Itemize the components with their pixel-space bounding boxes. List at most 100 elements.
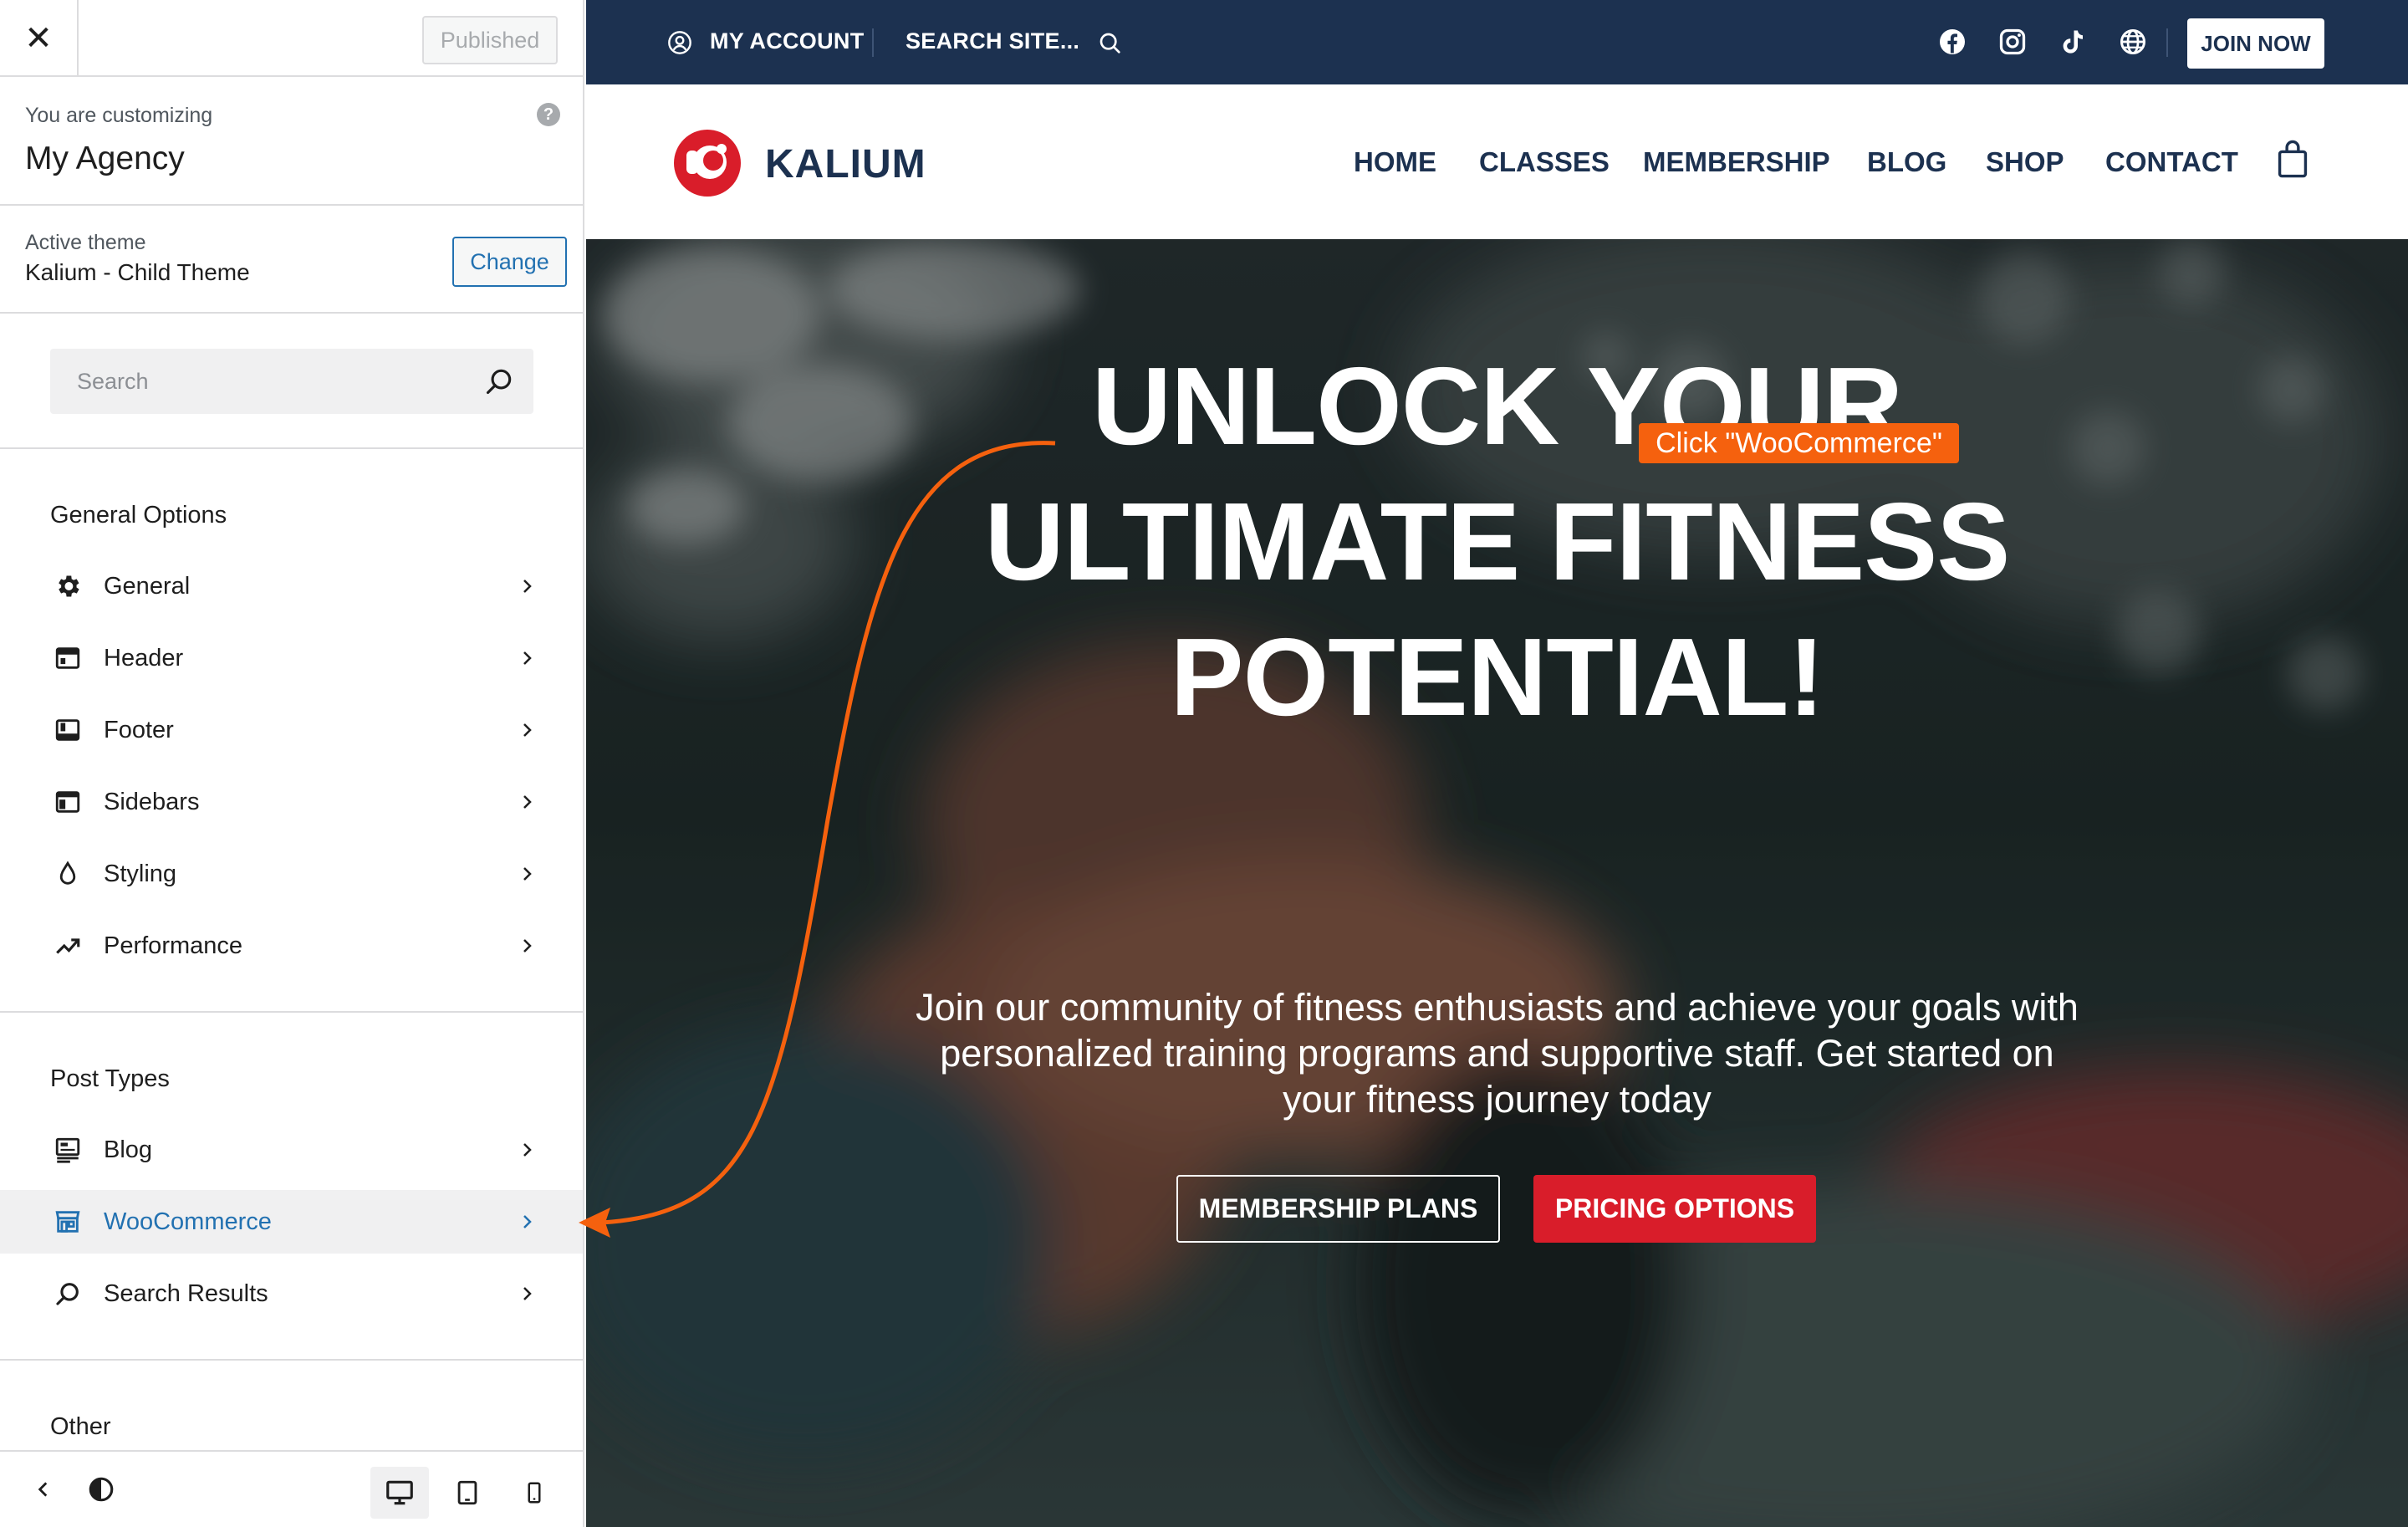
site-title: My Agency bbox=[25, 140, 185, 176]
brand-name[interactable]: KALIUM bbox=[765, 141, 926, 187]
mobile-preview-button[interactable] bbox=[510, 1467, 559, 1519]
hero-subtitle-line-3: your fitness journey today bbox=[1283, 1078, 1712, 1121]
customizer-header: ✕ Published bbox=[0, 0, 583, 77]
search-box bbox=[50, 349, 533, 414]
tablet-icon bbox=[457, 1480, 477, 1505]
kalium-logo-icon[interactable] bbox=[670, 125, 745, 197]
join-now-button[interactable]: JOIN NOW bbox=[2187, 18, 2324, 69]
desktop-icon bbox=[386, 1480, 413, 1505]
contrast-icon bbox=[89, 1477, 114, 1502]
nav-link-classes[interactable]: CLASSES bbox=[1479, 146, 1610, 178]
menu-item-label: General bbox=[104, 573, 191, 600]
chevron-right-icon bbox=[523, 939, 532, 952]
close-customizer-button[interactable]: ✕ bbox=[0, 0, 79, 77]
change-theme-button[interactable]: Change bbox=[452, 237, 567, 287]
globe-icon[interactable] bbox=[2118, 27, 2148, 57]
active-theme-name: Kalium - Child Theme bbox=[25, 259, 250, 285]
menu-item-label: Search Results bbox=[104, 1280, 268, 1307]
help-icon[interactable]: ? bbox=[537, 103, 560, 126]
hero-title-line-1: UNLOCK YOUR bbox=[1091, 345, 1903, 467]
nav-link-blog[interactable]: BLOG bbox=[1867, 146, 1946, 178]
desktop-preview-button[interactable] bbox=[370, 1467, 429, 1519]
customizing-label: You are customizing bbox=[25, 104, 213, 127]
section-title-general-options: General Options bbox=[50, 502, 227, 529]
contrast-toggle-button[interactable] bbox=[80, 1468, 122, 1510]
active-theme-label: Active theme bbox=[25, 231, 146, 254]
menu-item-label: WooCommerce bbox=[104, 1208, 272, 1235]
menu-item-performance[interactable]: Performance bbox=[0, 914, 583, 978]
search-icon[interactable] bbox=[483, 365, 515, 397]
section-title-other: Other bbox=[50, 1413, 111, 1440]
sidebar-layout-icon bbox=[55, 791, 80, 813]
tablet-preview-button[interactable] bbox=[443, 1467, 492, 1519]
section-title-post-types: Post Types bbox=[50, 1065, 170, 1092]
nav-link-contact[interactable]: CONTACT bbox=[2105, 146, 2238, 178]
facebook-icon[interactable] bbox=[1937, 27, 1967, 57]
pricing-options-button[interactable]: PRICING OPTIONS bbox=[1533, 1175, 1816, 1243]
nav-link-shop[interactable]: SHOP bbox=[1986, 146, 2064, 178]
menu-item-label: Footer bbox=[104, 717, 174, 743]
chevron-right-icon bbox=[523, 867, 532, 881]
menu-item-label: Performance bbox=[104, 932, 243, 959]
customizer-footer bbox=[0, 1450, 583, 1527]
customizer-sidebar: ✕ Published You are customizing My Agenc… bbox=[0, 0, 584, 1527]
chevron-right-icon bbox=[523, 795, 532, 809]
tiktok-icon[interactable] bbox=[2058, 27, 2088, 57]
menu-item-footer[interactable]: Footer bbox=[0, 698, 583, 762]
divider bbox=[0, 204, 584, 206]
instagram-icon[interactable] bbox=[1997, 27, 2028, 57]
menu-item-general[interactable]: General bbox=[0, 554, 583, 618]
search-site-link[interactable]: SEARCH SITE... bbox=[906, 28, 1079, 54]
divider bbox=[0, 1011, 584, 1013]
footer-layout-icon bbox=[55, 719, 80, 741]
collapse-sidebar-button[interactable] bbox=[25, 1468, 62, 1510]
menu-item-search-results[interactable]: Search Results bbox=[0, 1262, 583, 1325]
menu-item-woocommerce[interactable]: WooCommerce bbox=[0, 1190, 583, 1254]
search-icon[interactable] bbox=[1096, 29, 1123, 56]
divider bbox=[872, 28, 874, 57]
shopping-bag-icon[interactable] bbox=[2275, 139, 2310, 179]
chevron-right-icon bbox=[523, 1287, 532, 1300]
trend-up-icon bbox=[56, 938, 80, 954]
hero-title-line-3: POTENTIAL! bbox=[1170, 615, 1825, 738]
menu-item-blog[interactable]: Blog bbox=[0, 1118, 583, 1182]
menu-item-label: Header bbox=[104, 645, 184, 672]
annotation-label: Click "WooCommerce" bbox=[1639, 423, 1959, 463]
divider bbox=[0, 1359, 584, 1361]
menu-item-label: Styling bbox=[104, 861, 177, 887]
header-layout-icon bbox=[55, 647, 80, 669]
menu-item-label: Blog bbox=[104, 1136, 153, 1163]
chevron-right-icon bbox=[523, 1215, 532, 1228]
mobile-icon bbox=[528, 1482, 541, 1504]
nav-link-home[interactable]: HOME bbox=[1354, 146, 1436, 178]
menu-item-styling[interactable]: Styling bbox=[0, 842, 583, 906]
divider bbox=[2166, 28, 2168, 57]
published-button[interactable]: Published bbox=[422, 16, 558, 64]
membership-plans-button[interactable]: MEMBERSHIP PLANS bbox=[1176, 1175, 1500, 1243]
menu-item-sidebars[interactable]: Sidebars bbox=[0, 770, 583, 834]
hero-subtitle-line-1: Join our community of fitness enthusiast… bbox=[916, 986, 2079, 1029]
user-circle-icon bbox=[668, 31, 691, 54]
chevron-right-icon bbox=[523, 723, 532, 737]
blog-icon bbox=[55, 1137, 80, 1163]
divider bbox=[0, 447, 584, 449]
my-account-link[interactable]: MY ACCOUNT bbox=[710, 28, 865, 54]
close-icon: ✕ bbox=[24, 20, 53, 57]
top-bar: MY ACCOUNT SEARCH SITE... JOIN NOW bbox=[586, 0, 2408, 84]
nav-link-membership[interactable]: MEMBERSHIP bbox=[1643, 146, 1830, 178]
menu-item-label: Sidebars bbox=[104, 789, 200, 815]
hero-subtitle-line-2: personalized training programs and suppo… bbox=[940, 1032, 2054, 1075]
chevron-right-icon bbox=[523, 580, 532, 593]
hero-title-line-2: ULTIMATE FITNESS bbox=[984, 480, 2011, 603]
search-icon bbox=[56, 1283, 79, 1305]
store-icon bbox=[55, 1211, 80, 1233]
divider bbox=[0, 312, 584, 314]
chevron-right-icon bbox=[523, 651, 532, 665]
chevron-right-icon bbox=[523, 1143, 532, 1157]
menu-item-header[interactable]: Header bbox=[0, 626, 583, 690]
search-input[interactable] bbox=[50, 349, 485, 414]
site-preview: MY ACCOUNT SEARCH SITE... JOIN NOW KALIU… bbox=[586, 0, 2408, 1527]
gear-icon bbox=[59, 575, 79, 597]
chevron-left-icon bbox=[38, 1482, 48, 1497]
droplet-icon bbox=[59, 861, 76, 885]
